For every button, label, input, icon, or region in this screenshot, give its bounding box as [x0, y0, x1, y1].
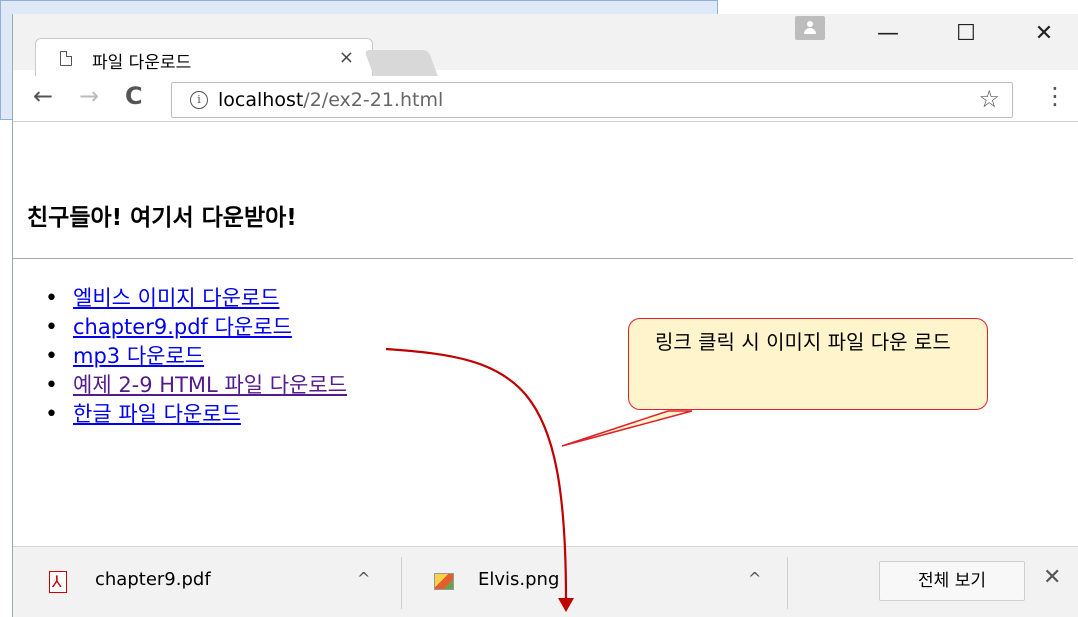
minimize-button[interactable]: — — [865, 14, 911, 54]
list-item: chapter9.pdf 다운로드 — [45, 313, 347, 342]
download-link-hangul[interactable]: 한글 파일 다운로드 — [73, 402, 241, 426]
url-path: /2/ex2-21.html — [303, 89, 444, 111]
title-bar: 파일 다운로드 × — ☐ ✕ — [13, 14, 1078, 76]
pdf-icon — [49, 571, 67, 593]
horizontal-rule — [13, 258, 1073, 259]
tab-active[interactable]: 파일 다운로드 × — [35, 38, 373, 76]
url-text[interactable]: localhost/2/ex2-21.html — [218, 89, 443, 111]
profile-icon[interactable] — [795, 16, 825, 40]
download-link-chapter9[interactable]: chapter9.pdf 다운로드 — [73, 315, 292, 339]
tab-title: 파일 다운로드 — [92, 53, 192, 73]
chevron-up-icon[interactable]: ^ — [748, 569, 761, 588]
download-separator — [787, 557, 788, 609]
url-host: localhost — [218, 89, 304, 111]
chevron-up-icon[interactable]: ^ — [357, 569, 370, 588]
image-icon — [434, 573, 454, 590]
document-icon — [60, 51, 72, 66]
info-icon[interactable]: i — [190, 91, 208, 109]
download-link-elvis[interactable]: 엘비스 이미지 다운로드 — [73, 286, 280, 310]
download-link-mp3[interactable]: mp3 다운로드 — [73, 344, 204, 368]
back-button[interactable]: ← — [33, 82, 53, 110]
tab-close-button[interactable]: × — [339, 47, 354, 68]
reload-button[interactable]: C — [125, 82, 143, 110]
download-filename: Elvis.png — [478, 569, 560, 590]
browser-window: 파일 다운로드 × — ☐ ✕ ← → C i localhost/2/ex2-… — [12, 14, 1078, 617]
list-item: 한글 파일 다운로드 — [45, 400, 347, 429]
page-heading: 친구들아! 여기서 다운받아! — [27, 205, 297, 231]
show-all-button[interactable]: 전체 보기 — [879, 561, 1025, 601]
bookmark-star-icon[interactable]: ☆ — [978, 85, 1000, 113]
list-item: mp3 다운로드 — [45, 342, 347, 371]
callout-text: 링크 클릭 시 이미지 파일 다운 로드 — [655, 330, 951, 354]
download-item-image[interactable]: Elvis.png ^ — [402, 547, 786, 617]
new-tab-button[interactable] — [364, 50, 438, 76]
menu-icon[interactable]: ⋮ — [1043, 82, 1067, 110]
browser-toolbar: ← → C i localhost/2/ex2-21.html ☆ ⋮ — [13, 76, 1078, 122]
list-item: 엘비스 이미지 다운로드 — [45, 284, 347, 313]
maximize-button[interactable]: ☐ — [943, 14, 989, 54]
list-item: 예제 2-9 HTML 파일 다운로드 — [45, 371, 347, 400]
close-download-bar-button[interactable]: ✕ — [1043, 565, 1061, 590]
download-link-list: 엘비스 이미지 다운로드 chapter9.pdf 다운로드 mp3 다운로드 … — [45, 284, 347, 429]
address-bar[interactable]: i localhost/2/ex2-21.html ☆ — [171, 82, 1013, 118]
annotation-callout: 링크 클릭 시 이미지 파일 다운 로드 — [628, 318, 988, 410]
download-item-pdf[interactable]: chapter9.pdf ^ — [13, 547, 401, 617]
forward-button[interactable]: → — [79, 82, 99, 110]
download-bar: chapter9.pdf ^ Elvis.png ^ 전체 보기 ✕ — [13, 546, 1078, 617]
download-filename: chapter9.pdf — [95, 569, 211, 590]
download-link-html-example[interactable]: 예제 2-9 HTML 파일 다운로드 — [73, 373, 347, 397]
close-window-button[interactable]: ✕ — [1021, 14, 1067, 54]
